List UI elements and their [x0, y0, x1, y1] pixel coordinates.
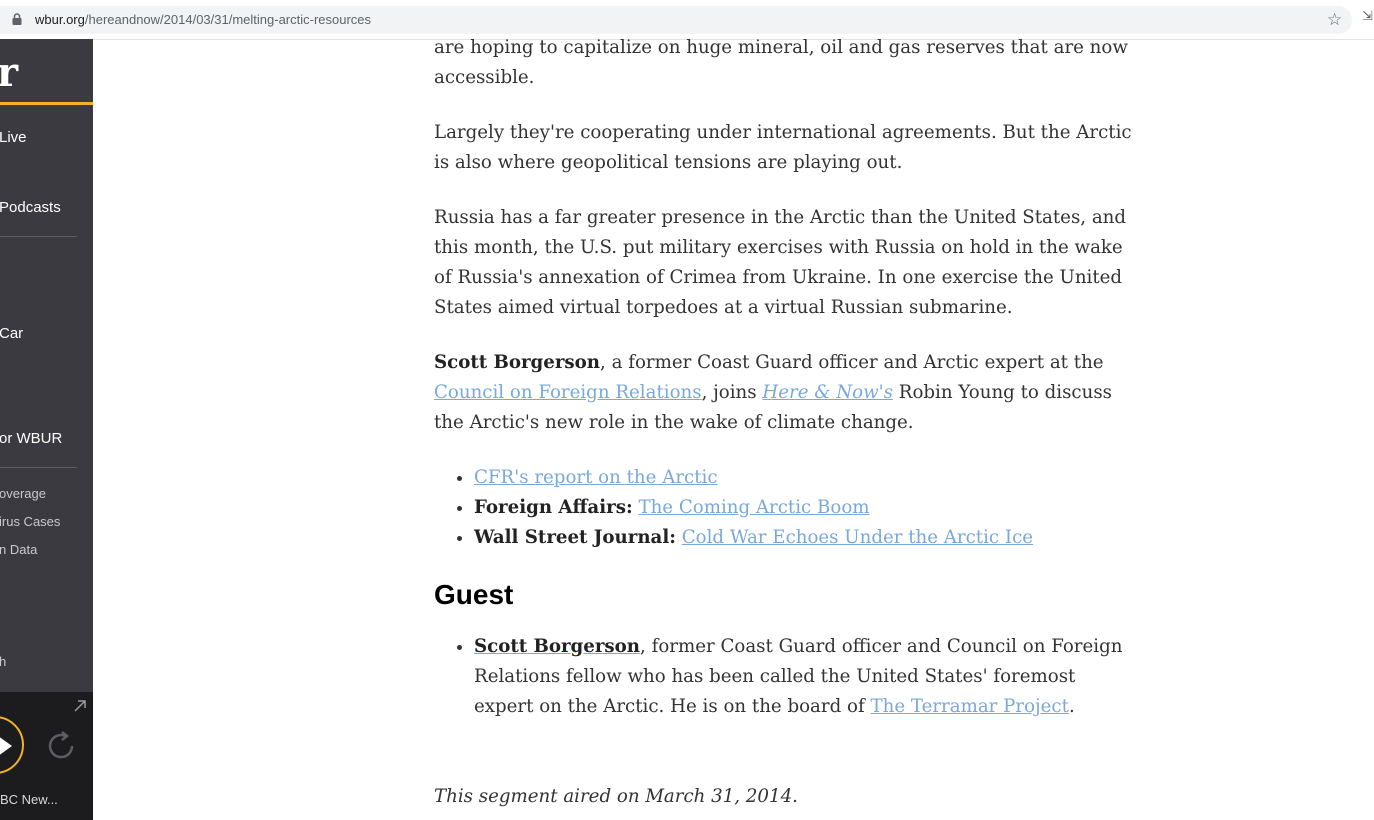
- nav-sub-coverage[interactable]: overage: [0, 486, 46, 501]
- nav-sub-data[interactable]: n Data: [0, 542, 37, 557]
- guest-name-link[interactable]: Scott Borgerson: [474, 636, 640, 657]
- source-label: Wall Street Journal:: [474, 527, 676, 548]
- lock-icon: [12, 13, 22, 25]
- nav-divider: [0, 467, 77, 468]
- audio-player: BC New...: [0, 692, 93, 820]
- show-name: Here & Now: [762, 382, 879, 403]
- list-item: Foreign Affairs: The Coming Arctic Boom: [474, 493, 1134, 523]
- related-links-list: CFR's report on the Arctic Foreign Affai…: [434, 463, 1134, 553]
- paragraph-intro: Scott Borgerson, a former Coast Guard of…: [434, 348, 1134, 438]
- aired-date: This segment aired on March 31, 2014.: [434, 786, 798, 807]
- guest-heading: Guest: [434, 579, 514, 610]
- nav-podcasts[interactable]: Podcasts: [0, 199, 61, 216]
- paragraph: Russia has a far greater presence in the…: [434, 207, 1127, 318]
- nav-live[interactable]: Live: [0, 129, 27, 146]
- extension-icon[interactable]: ⇲: [1362, 9, 1373, 24]
- bookmark-star-icon[interactable]: ☆: [1327, 11, 1342, 29]
- source-label: Foreign Affairs:: [474, 497, 633, 518]
- paragraph: Largely they're cooperating under intern…: [434, 122, 1132, 173]
- paragraph: are hoping to capitalize on huge mineral…: [434, 37, 1128, 88]
- expand-icon[interactable]: [72, 698, 88, 714]
- text: , a former Coast Guard officer and Arcti…: [600, 352, 1104, 373]
- guest-name: Scott Borgerson: [434, 352, 601, 373]
- arctic-boom-link[interactable]: The Coming Arctic Boom: [638, 497, 869, 518]
- logo-underline: [0, 102, 93, 105]
- nav-sub-search[interactable]: h: [0, 654, 6, 669]
- guest-list: Scott Borgerson, former Coast Guard offi…: [434, 632, 1134, 722]
- cold-war-echoes-link[interactable]: Cold War Echoes Under the Arctic Ice: [682, 527, 1033, 548]
- address-bar[interactable]: wbur.org/hereandnow/2014/03/31/melting-a…: [0, 6, 1352, 34]
- nav-divider: [0, 236, 77, 237]
- url-domain: wbur.org: [35, 12, 85, 27]
- play-icon: [0, 736, 12, 756]
- terramar-link[interactable]: The Terramar Project: [870, 696, 1068, 717]
- url-path: /hereandnow/2014/03/31/melting-arctic-re…: [84, 12, 372, 27]
- now-playing-text[interactable]: BC New...: [0, 792, 58, 807]
- nav-support-wbur[interactable]: or WBUR: [0, 430, 62, 447]
- show-suffix: 's: [878, 382, 893, 403]
- guest-name: Scott Borgerson: [474, 636, 641, 657]
- list-item: Scott Borgerson, former Coast Guard offi…: [474, 632, 1134, 722]
- play-button[interactable]: [0, 716, 24, 774]
- nav-sub-virus-cases[interactable]: irus Cases: [0, 514, 60, 529]
- wbur-logo[interactable]: r: [0, 51, 18, 95]
- nav-car[interactable]: Car: [0, 325, 23, 342]
- site-sidebar: r Live Podcasts Car or WBUR overage irus…: [0, 39, 93, 820]
- cfr-report-link[interactable]: CFR's report on the Arctic: [474, 467, 718, 488]
- text: , joins: [701, 382, 763, 403]
- here-and-now-link[interactable]: Here & Now's: [762, 382, 893, 403]
- url-text[interactable]: wbur.org/hereandnow/2014/03/31/melting-a…: [35, 12, 371, 27]
- list-item: CFR's report on the Arctic: [474, 463, 1134, 493]
- article-body: are hoping to capitalize on huge mineral…: [434, 33, 1134, 747]
- replay-icon[interactable]: [45, 730, 77, 762]
- cfr-link[interactable]: Council on Foreign Relations: [434, 382, 702, 403]
- list-item: Wall Street Journal: Cold War Echoes Und…: [474, 523, 1134, 553]
- text: .: [1068, 696, 1075, 717]
